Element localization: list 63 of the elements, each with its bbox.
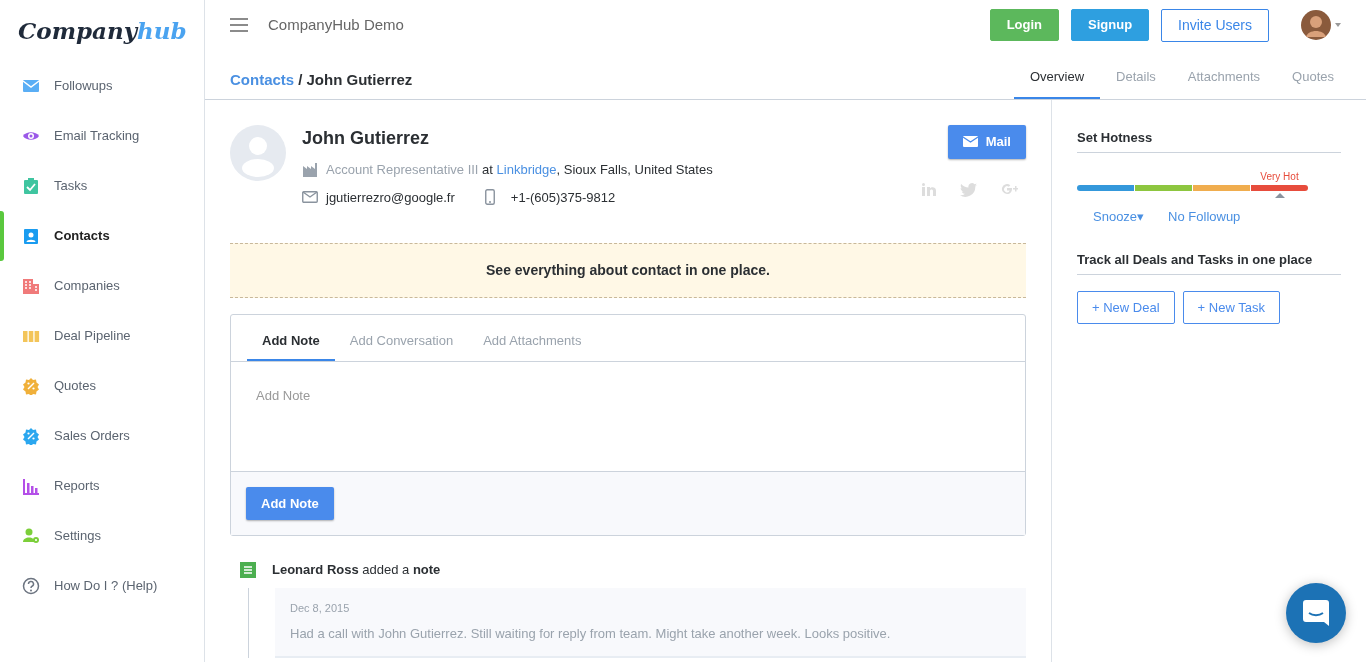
followup-text: No Followup xyxy=(1168,207,1241,226)
mail-button[interactable]: Mail xyxy=(947,125,1026,159)
phone-text: +1-(605)375-9812 xyxy=(510,188,616,207)
job-title: Account Representative III at Linkbridge, Sioux Falls, United States xyxy=(326,161,713,179)
sidebar-item[interactable]: Email Tracking xyxy=(0,110,204,161)
note-icon xyxy=(240,561,256,578)
breadcrumb-current: / John Gutierrez xyxy=(298,70,413,88)
sidebar-item[interactable]: Quotes xyxy=(0,360,204,411)
clipboard-check-icon xyxy=(22,176,40,195)
section-title: Set Hotness xyxy=(1077,128,1341,153)
percent-badge-icon xyxy=(22,426,40,445)
sidebar-item[interactable]: How Do I ? (Help) xyxy=(0,560,204,611)
section-title: Track all Deals and Tasks in one place xyxy=(1077,250,1341,275)
sidebar-item[interactable]: Deal Pipeline xyxy=(0,310,204,361)
add-button[interactable]: + New Deal xyxy=(1077,290,1175,324)
envelope-icon xyxy=(962,136,978,148)
sidebar-item[interactable]: Settings xyxy=(0,510,204,561)
avatar-placeholder-icon xyxy=(230,125,286,181)
company-link[interactable]: Linkbridge xyxy=(496,162,557,177)
factory-icon xyxy=(302,162,318,177)
contact-card-icon xyxy=(22,226,40,245)
phone-icon xyxy=(484,189,495,206)
logo[interactable]: Companyhub xyxy=(0,0,204,61)
user-gear-icon xyxy=(22,526,40,545)
building-icon xyxy=(22,276,40,295)
pointer-icon xyxy=(1274,191,1285,198)
percent-badge-icon xyxy=(22,376,40,395)
envelope-icon xyxy=(302,191,318,204)
app-title: CompanyHub Demo xyxy=(268,14,404,35)
email-text: jgutierrezro@google.fr xyxy=(326,188,455,207)
hotness-label: Very Hot xyxy=(1260,170,1299,182)
activity-headline: Leonard Ross added a note xyxy=(272,561,441,579)
gplus-icon xyxy=(1001,182,1018,195)
linkedin-icon xyxy=(922,182,936,196)
note-composer[interactable]: Add Note Add Conversation Add Attachments Add Note Add Note xyxy=(230,314,1026,536)
breadcrumb-link[interactable]: Contacts xyxy=(230,70,295,88)
contact-name: John Gutierrez xyxy=(302,127,431,150)
add-button[interactable]: + New Task xyxy=(1182,290,1280,324)
bird-icon xyxy=(960,182,977,197)
note-input[interactable]: Add Note xyxy=(231,360,1025,472)
bar-chart-icon xyxy=(22,476,40,495)
sidebar-item[interactable]: Contacts xyxy=(0,210,204,261)
hotness-segment[interactable] xyxy=(1077,184,1134,191)
header-button[interactable]: Invite Users xyxy=(1161,8,1269,42)
sidebar-item[interactable]: Reports xyxy=(0,460,204,511)
add-note-button[interactable]: Add Note xyxy=(246,486,334,520)
hotness-segment[interactable] xyxy=(1135,184,1192,191)
snooze-dropdown[interactable]: Snooze▾ xyxy=(1093,206,1145,226)
sidebar-item[interactable]: Sales Orders xyxy=(0,410,204,461)
tab[interactable]: Overview xyxy=(1013,66,1101,99)
info-banner: See everything about contact in one place. xyxy=(230,243,1026,298)
menu-icon xyxy=(230,18,248,32)
sidebar-item[interactable]: Companies xyxy=(0,260,204,311)
note-text: Had a call with John Gutierrez. Still waiting for reply from team. Might take another week. Looks positive. xyxy=(290,625,892,643)
sidebar-item[interactable]: Followups xyxy=(0,60,204,111)
hotness-segment[interactable] xyxy=(1193,184,1250,191)
note-date: Dec 8, 2015 xyxy=(290,600,351,616)
sidebar-item[interactable]: Tasks xyxy=(0,160,204,211)
chat-bubble-icon xyxy=(1303,600,1329,626)
hotness-segment[interactable] xyxy=(1251,184,1308,191)
user-avatar-icon xyxy=(1301,9,1341,41)
help-icon xyxy=(22,576,40,595)
chat-button[interactable] xyxy=(1286,583,1346,643)
